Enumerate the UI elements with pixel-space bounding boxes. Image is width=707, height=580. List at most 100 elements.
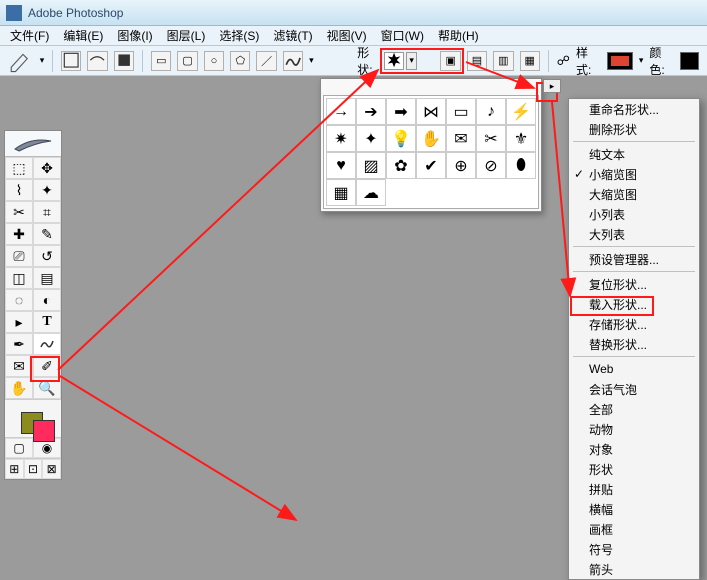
pen-tool-icon[interactable]: ✒: [5, 333, 33, 355]
brush-tool-icon[interactable]: ✎: [33, 223, 61, 245]
menu-edit[interactable]: 编辑(E): [57, 25, 109, 46]
custom-shape-icon[interactable]: [283, 51, 303, 71]
ctx-puzzle[interactable]: 拼贴: [569, 479, 699, 499]
shape-bulb-icon[interactable]: 💡: [386, 125, 416, 152]
move-tool-icon[interactable]: ✥: [33, 157, 61, 179]
shape-dropdown-icon[interactable]: ▾: [406, 52, 417, 70]
shape-layers-icon[interactable]: [61, 51, 81, 71]
ctx-arrow[interactable]: 箭头: [569, 559, 699, 579]
shape-picker[interactable]: 形状: ▾: [353, 42, 421, 80]
eyedrop-tool-icon[interactable]: ✐: [33, 355, 61, 377]
combine-int-icon[interactable]: ▥: [493, 51, 513, 71]
ctx-large-list[interactable]: 大列表: [569, 224, 699, 244]
line-shape-icon[interactable]: ／: [256, 51, 276, 71]
shape-thin-arrow-icon[interactable]: →: [326, 98, 356, 125]
menu-select[interactable]: 选择(S): [213, 25, 265, 46]
ctx-animal[interactable]: 动物: [569, 419, 699, 439]
shape-bold-arrow-icon[interactable]: ➡: [386, 98, 416, 125]
combine-excl-icon[interactable]: ▦: [520, 51, 540, 71]
shape-cloud-icon[interactable]: ☁: [356, 179, 386, 206]
ctx-object[interactable]: 对象: [569, 439, 699, 459]
shape-burst-icon[interactable]: ✷: [326, 125, 356, 152]
ctx-bubble[interactable]: 会话气泡: [569, 379, 699, 399]
ctx-small-list[interactable]: 小列表: [569, 204, 699, 224]
shape-scissors-icon[interactable]: ✂: [476, 125, 506, 152]
ctx-banner[interactable]: 横幅: [569, 499, 699, 519]
menu-help[interactable]: 帮助(H): [432, 25, 485, 46]
shape-note-icon[interactable]: ♪: [476, 98, 506, 125]
stamp-tool-icon[interactable]: ⎚: [5, 245, 33, 267]
shape-swatch-icon[interactable]: [384, 52, 404, 70]
combine-sub-icon[interactable]: ▤: [467, 51, 487, 71]
ctx-text-only[interactable]: 纯文本: [569, 144, 699, 164]
ellipse-shape-icon[interactable]: ○: [204, 51, 224, 71]
custom-shape-tool-icon[interactable]: [33, 333, 61, 355]
marquee-tool-icon[interactable]: ⬚: [5, 157, 33, 179]
blur-tool-icon[interactable]: ◌: [5, 289, 33, 311]
ctx-frame[interactable]: 画框: [569, 519, 699, 539]
ctx-replace[interactable]: 替换形状...: [569, 334, 699, 354]
rrect-shape-icon[interactable]: ▢: [177, 51, 197, 71]
paths-icon[interactable]: [87, 51, 107, 71]
shape-fleur-icon[interactable]: ⚜: [506, 125, 536, 152]
ctx-shape[interactable]: 形状: [569, 459, 699, 479]
polygon-shape-icon[interactable]: ⬠: [230, 51, 250, 71]
ctx-large-thumb[interactable]: 大缩览图: [569, 184, 699, 204]
ctx-reset[interactable]: 复位形状...: [569, 274, 699, 294]
lasso-tool-icon[interactable]: ⌇: [5, 179, 33, 201]
ctx-rename[interactable]: 重命名形状...: [569, 99, 699, 119]
ctx-save[interactable]: 存储形状...: [569, 314, 699, 334]
fg-color-well[interactable]: [33, 420, 55, 442]
type-tool-icon[interactable]: T: [33, 311, 61, 333]
color-swatch[interactable]: [680, 52, 699, 70]
ctx-symbol[interactable]: 符号: [569, 539, 699, 559]
screen-std-icon[interactable]: ⊞: [5, 459, 24, 479]
ctx-load[interactable]: 载入形状...: [569, 294, 699, 314]
shape-heart-icon[interactable]: ♥: [326, 152, 356, 179]
shape-envelope-icon[interactable]: ✉: [446, 125, 476, 152]
shape-oval-icon[interactable]: ⬮: [506, 152, 536, 179]
ctx-small-thumb[interactable]: 小缩览图: [569, 164, 699, 184]
shape-check-icon[interactable]: ✔: [416, 152, 446, 179]
combine-add-icon[interactable]: ▣: [440, 51, 460, 71]
shape-bolt-icon[interactable]: ⚡: [506, 98, 536, 125]
ctx-preset-mgr[interactable]: 预设管理器...: [569, 249, 699, 269]
menu-layer[interactable]: 图层(L): [161, 25, 212, 46]
fill-pixels-icon[interactable]: [114, 51, 134, 71]
rect-shape-icon[interactable]: ▭: [151, 51, 171, 71]
color-wells[interactable]: [5, 399, 61, 437]
shape-diag-icon[interactable]: ▨: [356, 152, 386, 179]
tool-preset-icon[interactable]: [8, 50, 34, 72]
shape-bowtie-icon[interactable]: ⋈: [416, 98, 446, 125]
wand-tool-icon[interactable]: ✦: [33, 179, 61, 201]
shape-blob-icon[interactable]: ✿: [386, 152, 416, 179]
flyout-menu-icon[interactable]: ▸: [543, 79, 561, 93]
shape-frame-icon[interactable]: ▭: [446, 98, 476, 125]
standard-mode-icon[interactable]: ▢: [5, 438, 33, 458]
screen-full-icon[interactable]: ⊡: [24, 459, 43, 479]
shape-grid-icon[interactable]: ▦: [326, 179, 356, 206]
eraser-tool-icon[interactable]: ◫: [5, 267, 33, 289]
heal-tool-icon[interactable]: ✚: [5, 223, 33, 245]
notes-tool-icon[interactable]: ✉: [5, 355, 33, 377]
link-icon[interactable]: ☍: [557, 53, 570, 69]
ctx-web[interactable]: Web: [569, 359, 699, 379]
shape-noentry-icon[interactable]: ⊘: [476, 152, 506, 179]
crop-tool-icon[interactable]: ✂: [5, 201, 33, 223]
gradient-tool-icon[interactable]: ▤: [33, 267, 61, 289]
path-sel-tool-icon[interactable]: ▸: [5, 311, 33, 333]
menu-image[interactable]: 图像(I): [111, 25, 158, 46]
zoom-tool-icon[interactable]: 🔍: [33, 377, 61, 399]
menu-filter[interactable]: 滤镜(T): [267, 25, 318, 46]
dodge-tool-icon[interactable]: ◐: [33, 289, 61, 311]
history-tool-icon[interactable]: ↺: [33, 245, 61, 267]
shape-target-icon[interactable]: ⊕: [446, 152, 476, 179]
menu-file[interactable]: 文件(F): [4, 25, 55, 46]
hand-tool-icon[interactable]: ✋: [5, 377, 33, 399]
ctx-all[interactable]: 全部: [569, 399, 699, 419]
slice-tool-icon[interactable]: ⌗: [33, 201, 61, 223]
ctx-delete[interactable]: 删除形状: [569, 119, 699, 139]
screen-max-icon[interactable]: ⊠: [42, 459, 61, 479]
style-swatch[interactable]: [607, 52, 633, 70]
shape-star-icon[interactable]: ✦: [356, 125, 386, 152]
